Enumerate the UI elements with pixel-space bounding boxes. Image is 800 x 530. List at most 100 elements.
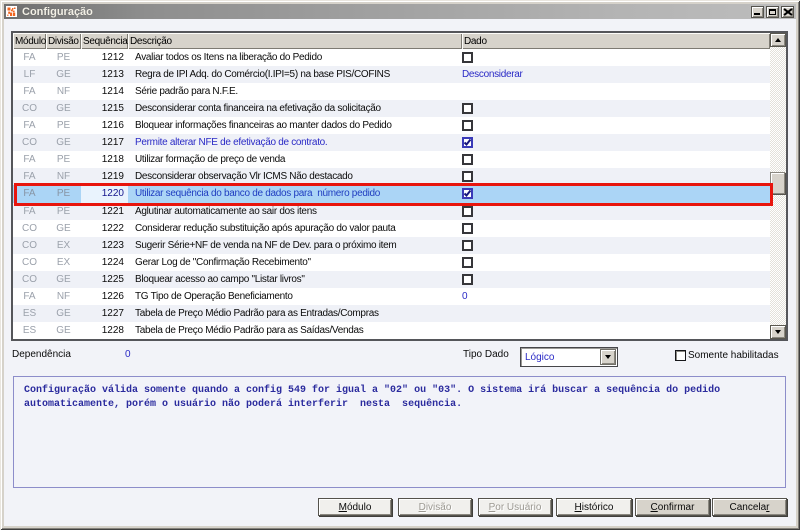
cell-divisao: PE — [56, 120, 71, 132]
cell-divisao: EX — [56, 256, 71, 268]
cell-dado — [462, 151, 770, 168]
cell-divisao: GE — [56, 273, 71, 285]
cancelar-button[interactable]: Cancela r — [712, 498, 787, 516]
mo-dulo-button[interactable]: Módulo — [318, 498, 392, 516]
table-row-1217[interactable]: CO GE 1217 Permite alterar NFE de efetivaçã… — [13, 134, 770, 152]
cell-modulo: CO — [22, 103, 37, 115]
checkbox-unchecked-icon[interactable] — [462, 103, 473, 115]
table-row-1222[interactable]: CO GE 1222 Considerar redução substituição … — [13, 219, 770, 237]
cell-descricao: Utilizar formação de preço de venda — [135, 154, 286, 166]
cell-modulo: LF — [23, 69, 36, 81]
cell-divisao: PE — [56, 154, 71, 166]
cell-dado: Desconsiderar — [462, 69, 523, 81]
dropdown-button[interactable] — [600, 349, 616, 365]
table-row-1227[interactable]: ES GE 1227 Tabela de Preço Médio Padrão par… — [13, 304, 770, 322]
cell-dado — [462, 83, 770, 100]
table-row-1213[interactable]: LF GE 1213 Regra de IPI Adq. do Comércio(I.… — [13, 66, 770, 84]
table-row-1223[interactable]: CO EX 1223 Sugerir Série+NF de venda na NF … — [13, 236, 770, 254]
cell-modulo: CO — [22, 256, 37, 268]
cell-dado — [462, 117, 770, 134]
client-area: Módulo Divisão Sequência Descrição Dado FA PE… — [4, 19, 796, 526]
cell-sequencia: 1222 — [101, 222, 124, 234]
configuracao-window: Configuração Módulo Divisão Sequência Descr… — [0, 0, 800, 530]
scroll-down-button[interactable] — [770, 325, 786, 339]
cell-sequencia: 1225 — [101, 273, 124, 285]
cell-descricao: Regra de IPI Adq. do Comércio(I.IPI=5) n… — [135, 69, 390, 81]
scroll-up-button[interactable] — [770, 33, 786, 47]
cell-descricao: Série padrão para N.F.E. — [135, 86, 238, 98]
cell-modulo: FA — [23, 52, 36, 64]
checkbox-unchecked-icon[interactable] — [462, 52, 473, 64]
cell-divisao: GE — [56, 222, 71, 234]
cell-divisao: NF — [56, 86, 71, 98]
somente-habilitadas-checkbox[interactable] — [675, 350, 686, 361]
cell-dado — [462, 271, 770, 288]
cell-descricao: TG Tipo de Operação Beneficiamento — [135, 290, 293, 302]
cell-modulo: CO — [22, 239, 37, 251]
cell-descricao: Tabela de Preço Médio Padrão para as Saí… — [135, 324, 364, 336]
table-row-1228[interactable]: ES GE 1228 Tabela de Preço Médio Padrão par… — [13, 321, 770, 339]
cell-dado — [462, 220, 770, 237]
por-usua-rio-button[interactable]: Por Usuário — [478, 498, 552, 516]
cell-dado — [462, 100, 770, 117]
cell-modulo: CO — [22, 222, 37, 234]
cell-divisao: GE — [56, 69, 71, 81]
checkbox-unchecked-icon[interactable] — [462, 256, 473, 268]
checkbox-unchecked-icon[interactable] — [462, 239, 473, 251]
maximize-icon — [769, 8, 776, 15]
column-header-descricao[interactable]: Descrição — [128, 33, 462, 49]
window-controls — [751, 5, 794, 18]
cell-dado — [462, 49, 770, 66]
cell-dado — [462, 254, 770, 271]
cell-sequencia: 1215 — [101, 103, 124, 115]
cell-dado — [462, 237, 770, 254]
checkbox-unchecked-icon[interactable] — [462, 205, 473, 217]
table-row-1218[interactable]: FA PE 1218 Utilizar formação de preço de ve… — [13, 151, 770, 169]
table-row-1212[interactable]: FA PE 1212 Avaliar todos os Itens na libera… — [13, 49, 770, 67]
cell-descricao: Desconsiderar conta financeira na efetiv… — [135, 103, 381, 115]
table-row-1214[interactable]: FA NF 1214 Série padrão para N.F.E. — [13, 83, 770, 101]
cell-divisao: GE — [56, 137, 71, 149]
confirmar-button[interactable]: Confirmar — [635, 498, 710, 516]
table-row-1225[interactable]: CO GE 1225 Bloquear acesso ao campo "Listar… — [13, 270, 770, 288]
column-header-dado[interactable]: Dado — [462, 33, 770, 49]
minimize-button[interactable] — [751, 5, 764, 18]
cell-sequencia: 1212 — [101, 52, 124, 64]
table-row-1215[interactable]: CO GE 1215 Desconsiderar conta financeira n… — [13, 100, 770, 118]
cell-descricao: Considerar redução substituição após apu… — [135, 222, 396, 234]
tipo-dado-select[interactable]: Lógico — [520, 347, 618, 367]
histo-rico-button[interactable]: Histórico — [556, 498, 632, 516]
cell-dado — [462, 322, 770, 339]
table-row-1216[interactable]: FA PE 1216 Bloquear informações financeiras… — [13, 117, 770, 135]
column-header-divisao[interactable]: Divisão — [46, 33, 81, 49]
checkbox-unchecked-icon[interactable] — [462, 171, 473, 183]
cell-sequencia: 1213 — [101, 69, 124, 81]
cell-sequencia: 1217 — [101, 137, 124, 149]
table-row-1224[interactable]: CO EX 1224 Gerar Log de "Confirmação Recebi… — [13, 253, 770, 271]
column-header-sequencia[interactable]: Sequência — [81, 33, 128, 49]
cell-modulo: FA — [23, 290, 36, 302]
cell-dado — [462, 134, 770, 151]
checkbox-checked-icon[interactable] — [462, 137, 473, 149]
checkbox-unchecked-icon[interactable] — [462, 273, 473, 285]
cell-descricao: Sugerir Série+NF de venda na NF de Dev. … — [135, 239, 397, 251]
maximize-button[interactable] — [766, 5, 779, 18]
app-logo-icon — [6, 6, 17, 17]
cell-modulo: CO — [22, 273, 37, 285]
checkbox-unchecked-icon[interactable] — [462, 154, 473, 166]
cell-sequencia: 1227 — [101, 307, 124, 319]
close-button[interactable] — [781, 5, 794, 18]
checkbox-unchecked-icon[interactable] — [462, 120, 473, 132]
divisa-o-button[interactable]: Divisão — [398, 498, 472, 516]
table-header: Módulo Divisão Sequência Descrição Dado — [13, 33, 770, 49]
column-header-modulo[interactable]: Módulo — [13, 33, 46, 49]
checkbox-unchecked-icon[interactable] — [462, 222, 473, 234]
chevron-down-icon — [605, 355, 611, 359]
cell-sequencia: 1226 — [101, 290, 124, 302]
arrow-up-icon — [775, 38, 781, 42]
cell-divisao: NF — [56, 290, 71, 302]
cell-modulo: FA — [23, 120, 36, 132]
table-row-1226[interactable]: FA NF 1226 TG Tipo de Operação Beneficiamen… — [13, 287, 770, 305]
cell-descricao: Bloquear informações financeiras ao mant… — [135, 120, 392, 132]
close-icon — [784, 8, 792, 15]
